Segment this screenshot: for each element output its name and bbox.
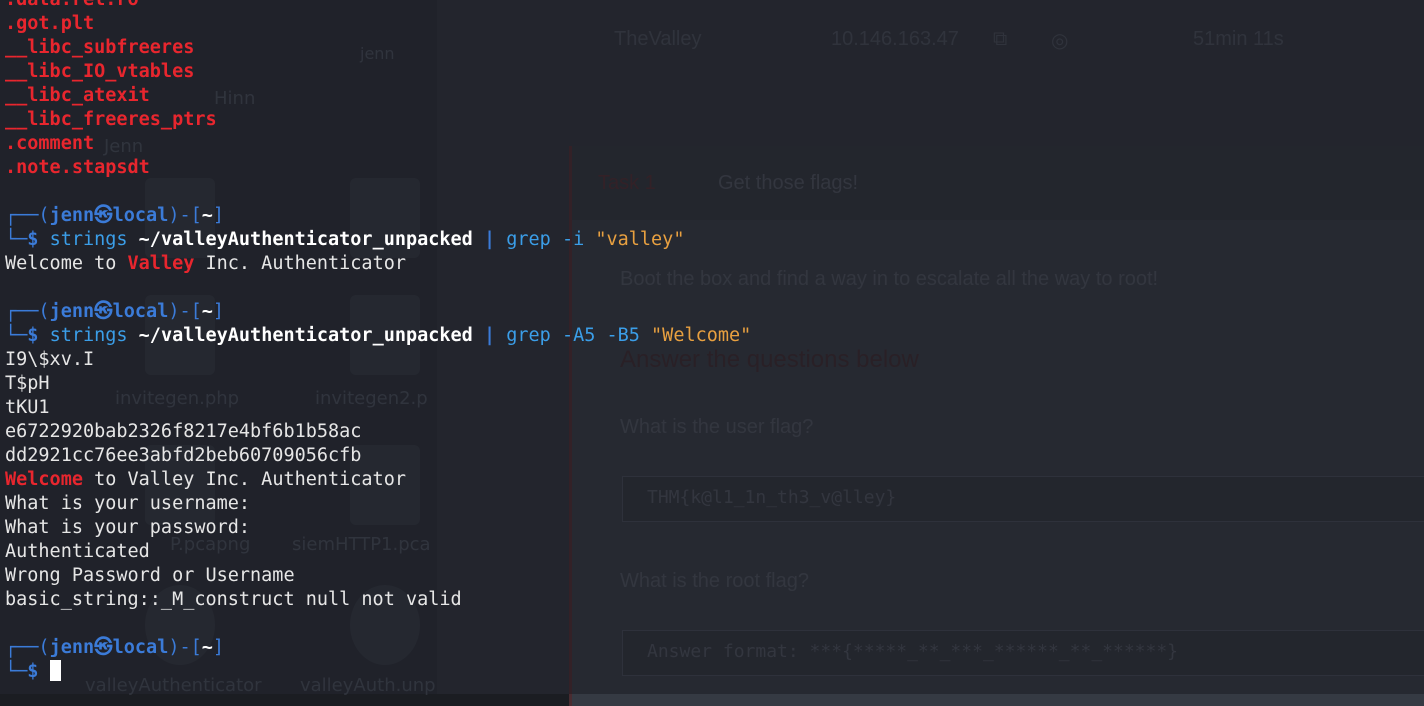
prompt-at: ㉿ [94, 637, 113, 658]
output-line: What is your username: [5, 493, 251, 514]
output-line: What is your password: [5, 517, 251, 538]
command-grep: grep [506, 325, 551, 346]
grep-match: Valley [127, 253, 195, 274]
prompt-bracket: ] [212, 637, 225, 658]
command-file: ~/valleyAuthenticator_unpacked [138, 229, 473, 250]
prompt-bracket: ┌──( [5, 205, 50, 226]
command-file: ~/valleyAuthenticator_unpacked [138, 325, 473, 346]
prompt-bracket: ] [212, 301, 225, 322]
command-line: └─$ strings ~/valleyAuthenticator_unpack… [5, 324, 751, 348]
prompt-line: ┌──(jenn㉿local)-[~] [5, 636, 751, 660]
command-grep: grep [506, 229, 551, 250]
command-flags: -A5 -B5 [561, 325, 640, 346]
prompt-user: jenn [49, 637, 95, 658]
prompt-dir: ~ [201, 205, 213, 226]
command-flags: -i [561, 229, 585, 250]
output-text: Welcome to [5, 253, 128, 274]
output-text: Inc. Authenticator [194, 253, 406, 274]
prompt-corner: └─ [5, 229, 28, 250]
section-name: __libc_freeres_ptrs [5, 109, 217, 130]
section-name: .note.stapsdt [5, 157, 150, 178]
section-name: .comment [5, 133, 95, 154]
command-tool: strings [49, 325, 128, 346]
output-line: T$pH [5, 373, 50, 394]
section-name: .data.rel.ro [5, 0, 751, 12]
command-pattern: "Welcome" [651, 325, 752, 346]
command-tool: strings [49, 229, 128, 250]
terminal-output: .data.rel.ro .got.plt __libc_subfreeres … [5, 0, 751, 684]
prompt-at: ㉿ [94, 205, 113, 226]
command-line: └─$ strings ~/valleyAuthenticator_unpack… [5, 228, 751, 252]
prompt-host: local [112, 205, 169, 226]
prompt-line: ┌──(jenn㉿local)-[~] [5, 204, 751, 228]
prompt-user: jenn [49, 205, 95, 226]
prompt-corner: └─ [5, 325, 28, 346]
output-line: basic_string::_M_construct null not vali… [5, 589, 462, 610]
command-pipe: | [483, 325, 496, 346]
prompt-bracket: ┌──( [5, 301, 50, 322]
output-line: Authenticated [5, 541, 150, 562]
command-pattern: "valley" [595, 229, 685, 250]
prompt-host: local [112, 301, 169, 322]
prompt-dir: ~ [201, 301, 213, 322]
section-name: __libc_IO_vtables [5, 61, 195, 82]
prompt-corner: └─ [5, 661, 28, 682]
output-line: I9\$xv.I [5, 349, 95, 370]
output-line: e6722920bab2326f8217e4bf6b1b58ac [5, 421, 362, 442]
output-text: to Valley Inc. Authenticator [82, 469, 406, 490]
output-line: Wrong Password or Username [5, 565, 295, 586]
prompt-host: local [112, 637, 169, 658]
prompt-user: jenn [49, 301, 95, 322]
output-line: dd2921cc76ee3abfd2beb60709056cfb [5, 445, 362, 466]
section-name: .got.plt [5, 13, 95, 34]
command-pipe: | [483, 229, 496, 250]
prompt-dollar: $ [27, 325, 50, 346]
section-name: __libc_subfreeres [5, 37, 195, 58]
prompt-bracket: )-[ [168, 637, 202, 658]
output-line: Welcome to Valley Inc. Authenticator [5, 468, 751, 492]
output-line: tKU1 [5, 397, 50, 418]
prompt-bracket: )-[ [168, 205, 202, 226]
text-cursor [49, 660, 61, 681]
prompt-dir: ~ [201, 637, 213, 658]
prompt-bracket: ] [212, 205, 225, 226]
terminal-window[interactable]: .data.rel.ro .got.plt __libc_subfreeres … [0, 0, 1424, 694]
output-line: Welcome to Valley Inc. Authenticator [5, 252, 751, 276]
grep-match: Welcome [5, 469, 83, 490]
prompt-at: ㉿ [94, 301, 113, 322]
section-name: __libc_atexit [5, 85, 150, 106]
command-line[interactable]: └─$ [5, 660, 751, 684]
prompt-line: ┌──(jenn㉿local)-[~] [5, 300, 751, 324]
prompt-dollar: $ [27, 661, 50, 682]
prompt-bracket: ┌──( [5, 637, 50, 658]
prompt-dollar: $ [27, 229, 50, 250]
prompt-bracket: )-[ [168, 301, 202, 322]
